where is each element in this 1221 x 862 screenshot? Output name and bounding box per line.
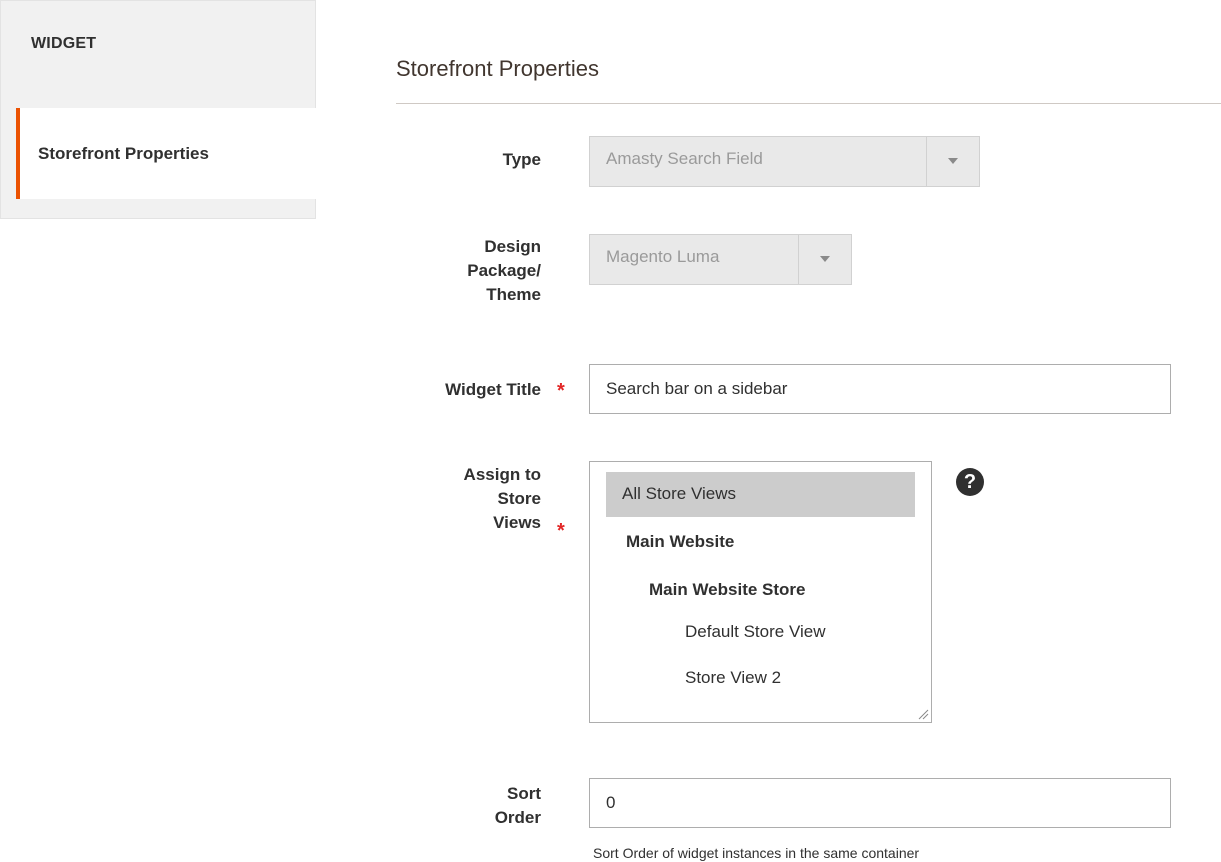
- store-views-label-line: Store: [497, 489, 541, 508]
- sort-order-note: Sort Order of widget instances in the sa…: [593, 845, 920, 861]
- widget-title-label: Widget Title: [445, 380, 541, 399]
- type-select-toggle[interactable]: [926, 137, 979, 186]
- store-views-label: Assign to Store Views: [391, 463, 541, 535]
- sort-order-label: Sort Order: [391, 782, 541, 830]
- design-label-line: Theme: [486, 285, 541, 304]
- sort-order-label-line: Order: [494, 808, 541, 827]
- optgroup-main-website-store: Main Website Store: [649, 580, 806, 599]
- section-divider: [396, 103, 1221, 104]
- question-circle-icon[interactable]: ?: [956, 468, 984, 496]
- widget-title-input[interactable]: Search bar on a sidebar: [589, 364, 1171, 414]
- design-select-toggle[interactable]: [798, 235, 851, 284]
- chevron-down-icon: [948, 158, 958, 164]
- store-views-multiselect[interactable]: All Store Views Main Website Main Websit…: [589, 461, 932, 723]
- design-label: Design Package/ Theme: [391, 235, 541, 307]
- design-select[interactable]: Magento Luma: [589, 234, 852, 285]
- required-marker: *: [557, 380, 565, 402]
- option-default-store-view[interactable]: Default Store View: [685, 622, 825, 642]
- sidebar-title: WIDGET: [31, 35, 97, 52]
- option-label: All Store Views: [622, 484, 737, 503]
- sidebar-item-storefront-properties[interactable]: Storefront Properties: [16, 108, 316, 199]
- sort-order-value: 0: [606, 793, 616, 812]
- sidebar-item-label: Storefront Properties: [38, 144, 209, 163]
- widget-title-value: Search bar on a sidebar: [606, 379, 788, 398]
- sort-order-input[interactable]: 0: [589, 778, 1171, 828]
- chevron-down-icon: [820, 256, 830, 262]
- option-all-store-views[interactable]: All Store Views: [606, 472, 915, 517]
- option-store-view-2[interactable]: Store View 2: [685, 668, 781, 688]
- resize-grip-icon[interactable]: [917, 708, 929, 720]
- store-views-label-line: Views: [493, 513, 541, 532]
- type-select-value: Amasty Search Field: [606, 149, 763, 168]
- section-title: Storefront Properties: [396, 56, 599, 81]
- type-label: Type: [502, 150, 541, 169]
- design-select-value: Magento Luma: [606, 247, 720, 266]
- design-label-line: Design: [484, 237, 541, 256]
- store-views-label-line: Assign to: [463, 465, 541, 484]
- required-marker: *: [557, 520, 565, 542]
- widget-edit-page: WIDGET Storefront Properties Storefront …: [0, 0, 1221, 862]
- sort-order-label-line: Sort: [507, 784, 541, 803]
- optgroup-main-website: Main Website: [626, 532, 735, 551]
- sidebar: WIDGET Storefront Properties: [0, 0, 316, 219]
- type-select[interactable]: Amasty Search Field: [589, 136, 980, 187]
- design-label-line: Package/: [467, 261, 541, 280]
